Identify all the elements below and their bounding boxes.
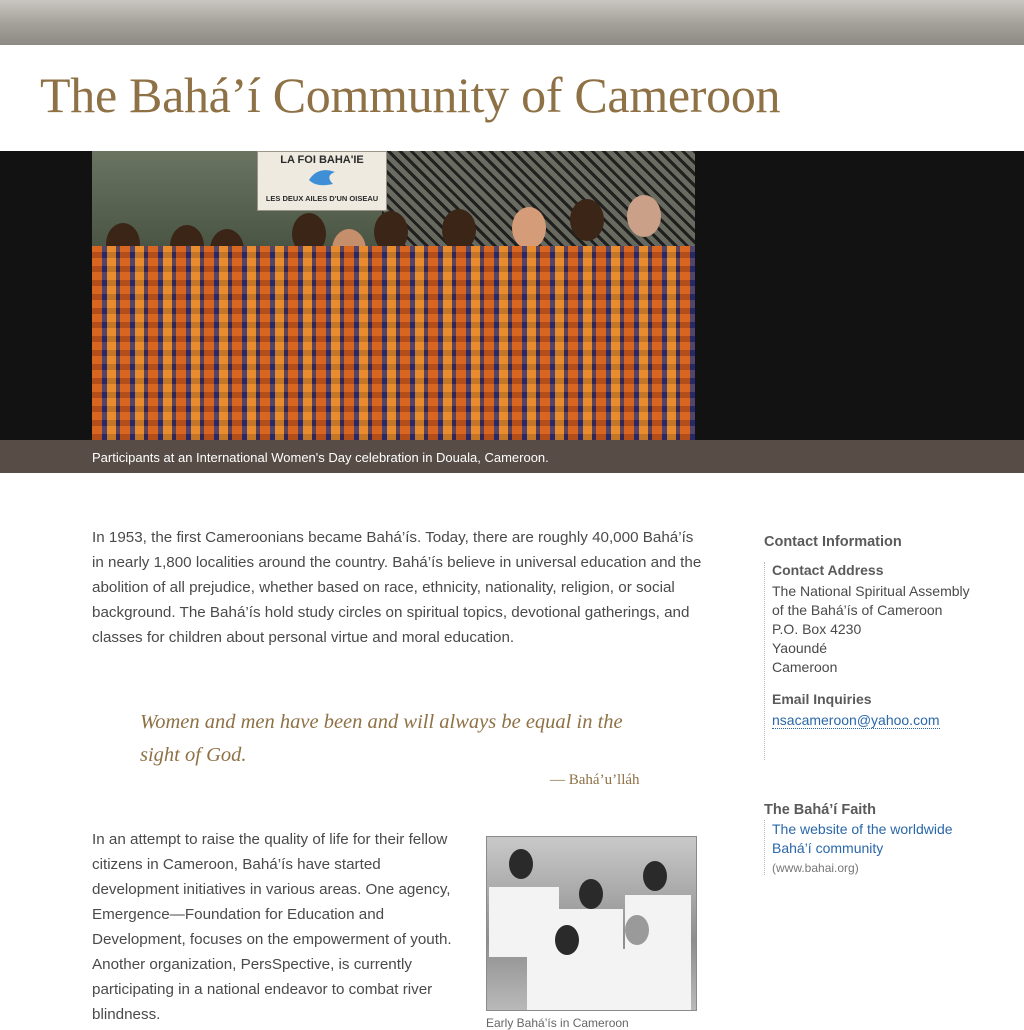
address-line: Cameroon xyxy=(772,659,838,675)
contact-address-heading: Contact Address xyxy=(772,562,884,578)
hero-section: LA FOI BAHA'IE LES DEUX AILES D'UN OISEA… xyxy=(0,151,1024,473)
bahai-website-link[interactable]: The website of the worldwide Bahá’í comm… xyxy=(772,820,1004,858)
development-paragraph: In an attempt to raise the quality of li… xyxy=(92,831,452,1023)
email-heading: Email Inquiries xyxy=(772,691,872,707)
sidebar: Contact Information Contact Address The … xyxy=(764,534,1004,875)
person-head xyxy=(627,195,661,237)
address-line: Yaoundé xyxy=(772,640,828,656)
dove-icon xyxy=(309,170,335,186)
person-head xyxy=(442,209,476,251)
quote-attribution: — Bahá’u’lláh xyxy=(550,772,640,788)
person-head xyxy=(512,207,546,249)
page-title: The Bahá’í Community of Cameroon xyxy=(40,67,781,123)
intro-paragraph: In 1953, the first Cameroonians became B… xyxy=(92,529,702,646)
hero-caption: Participants at an International Women's… xyxy=(92,450,549,465)
contact-block: Contact Address The National Spiritual A… xyxy=(764,562,1004,760)
crowd-dresses-shading xyxy=(92,246,695,440)
hero-caption-bar: Participants at an International Women's… xyxy=(0,440,1024,473)
faith-block: The website of the worldwide Bahá’í comm… xyxy=(764,820,1004,875)
contact-heading: Contact Information xyxy=(764,534,902,550)
early-bahais-caption: Early Bahá’ís in Cameroon xyxy=(486,1016,629,1030)
pull-quote: Women and men have been and will always … xyxy=(140,711,623,766)
bahai-url: (www.bahai.org) xyxy=(772,861,859,875)
address-line: of the Bahá’ís of Cameroon xyxy=(772,602,943,618)
person-head xyxy=(579,879,603,909)
person-head xyxy=(643,861,667,891)
early-bahais-photo xyxy=(486,836,697,1011)
hero-photo: LA FOI BAHA'IE LES DEUX AILES D'UN OISEA… xyxy=(92,151,695,440)
person-shirt xyxy=(605,949,691,1010)
top-banner xyxy=(0,0,1024,45)
hero-sign-text: LA FOI BAHA'IE xyxy=(280,154,364,166)
person-shirt xyxy=(489,887,559,957)
faith-heading: The Bahá’í Faith xyxy=(764,802,876,818)
address-line: The National Spiritual Assembly xyxy=(772,583,970,599)
person-head xyxy=(509,849,533,879)
person-head xyxy=(625,915,649,945)
person-head xyxy=(570,199,604,241)
email-link[interactable]: nsacameroon@yahoo.com xyxy=(772,712,940,729)
person-head xyxy=(555,925,579,955)
address-line: P.O. Box 4230 xyxy=(772,621,862,637)
person-shirt xyxy=(527,955,607,1010)
bahai-link-line1: The website of the worldwide xyxy=(772,821,953,837)
bahai-link-line2: Bahá’í community xyxy=(772,840,884,856)
